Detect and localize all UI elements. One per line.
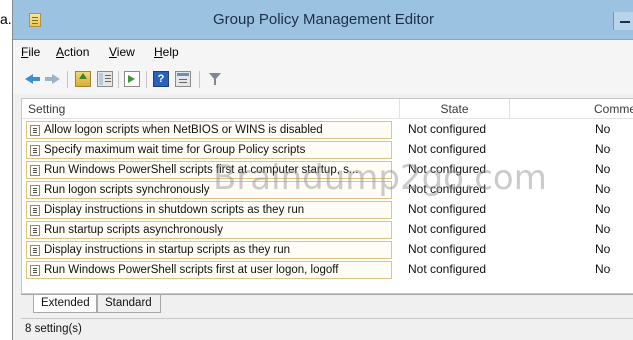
list-item[interactable]: Run Windows PowerShell scripts first at … [22,260,633,280]
export-list-icon[interactable] [124,71,140,87]
setting-state: Not configured [408,142,487,156]
toolbar-separator [118,71,119,88]
minimize-button[interactable] [613,12,633,30]
list-item[interactable]: Run Windows PowerShell scripts first at … [22,160,633,180]
setting-state: Not configured [408,262,487,276]
list-item[interactable]: Specify maximum wait time for Group Poli… [22,140,633,160]
list-item[interactable]: Run logon scripts synchronously Not conf… [22,180,633,200]
setting-name: Allow logon scripts when NetBIOS or WINS… [44,124,323,136]
window-title: Group Policy Management Editor [213,11,434,28]
policy-setting-icon [30,165,40,176]
status-text: 8 setting(s) [25,323,82,335]
setting-cell[interactable]: Specify maximum wait time for Group Poli… [26,141,392,159]
setting-comment: No [595,182,611,196]
setting-name: Display instructions in shutdown scripts… [44,204,305,216]
policy-setting-icon [30,125,40,136]
menu-help[interactable]: Help [154,45,179,59]
setting-comment: No [595,202,611,216]
setting-state: Not configured [408,242,487,256]
tab-extended[interactable]: Extended [33,295,97,313]
back-icon[interactable] [25,71,41,87]
tab-standard[interactable]: Standard [97,295,161,313]
setting-comment: No [595,242,611,256]
setting-cell[interactable]: Display instructions in startup scripts … [26,241,392,259]
setting-cell[interactable]: Run logon scripts synchronously [26,181,392,199]
toolbar-separator [146,71,147,88]
column-header-comment[interactable]: Commer [510,99,633,119]
status-bar: 8 setting(s) [21,318,633,340]
stray-letter: a. [0,10,12,28]
setting-name: Run logon scripts synchronously [44,184,210,196]
filter-icon[interactable] [207,71,223,87]
toolbar-separator [199,71,200,88]
menu-view[interactable]: View [109,45,135,59]
list-item[interactable]: Allow logon scripts when NetBIOS or WINS… [22,120,633,140]
setting-name: Specify maximum wait time for Group Poli… [44,144,306,156]
menu-file[interactable]: File [21,45,40,59]
gpme-window: Group Policy Management Editor File Acti… [12,0,633,340]
setting-comment: No [595,222,611,236]
setting-name: Run Windows PowerShell scripts first at … [44,264,339,276]
setting-comment: No [595,162,611,176]
list-item[interactable]: Display instructions in startup scripts … [22,240,633,260]
help-icon[interactable]: ? [153,71,169,87]
setting-comment: No [595,142,611,156]
setting-state: Not configured [408,202,487,216]
setting-state: Not configured [408,122,487,136]
view-tabs: Extended Standard [21,294,633,316]
toolbar: ? [13,64,633,94]
show-hide-tree-icon[interactable] [97,71,113,87]
setting-state: Not configured [408,162,487,176]
list-item[interactable]: Display instructions in shutdown scripts… [22,200,633,220]
setting-cell[interactable]: Display instructions in shutdown scripts… [26,201,392,219]
setting-name: Run startup scripts asynchronously [44,224,223,236]
setting-cell[interactable]: Allow logon scripts when NetBIOS or WINS… [26,121,392,139]
menu-action[interactable]: Action [56,45,89,59]
settings-list[interactable]: Setting State Commer Allow logon scripts… [21,98,633,294]
policy-setting-icon [30,185,40,196]
setting-state: Not configured [408,222,487,236]
setting-state: Not configured [408,182,487,196]
policy-setting-icon [30,205,40,216]
menu-bar: File Action View Help [13,40,633,64]
setting-cell[interactable]: Run Windows PowerShell scripts first at … [26,161,392,179]
up-folder-icon[interactable] [75,71,91,87]
properties-icon[interactable] [175,71,191,87]
setting-cell[interactable]: Run startup scripts asynchronously [26,221,392,239]
policy-setting-icon [30,265,40,276]
setting-comment: No [595,122,611,136]
forward-icon[interactable] [45,71,61,87]
setting-comment: No [595,262,611,276]
title-bar[interactable]: Group Policy Management Editor [13,0,633,40]
setting-name: Run Windows PowerShell scripts first at … [44,164,359,176]
toolbar-separator [67,71,68,88]
setting-name: Display instructions in startup scripts … [44,244,291,256]
column-header-setting[interactable]: Setting [22,99,400,119]
policy-setting-icon [30,245,40,256]
policy-setting-icon [30,225,40,236]
setting-cell[interactable]: Run Windows PowerShell scripts first at … [26,261,392,279]
list-item[interactable]: Run startup scripts asynchronously Not c… [22,220,633,240]
column-header-state[interactable]: State [400,99,510,119]
policy-setting-icon [30,145,40,156]
